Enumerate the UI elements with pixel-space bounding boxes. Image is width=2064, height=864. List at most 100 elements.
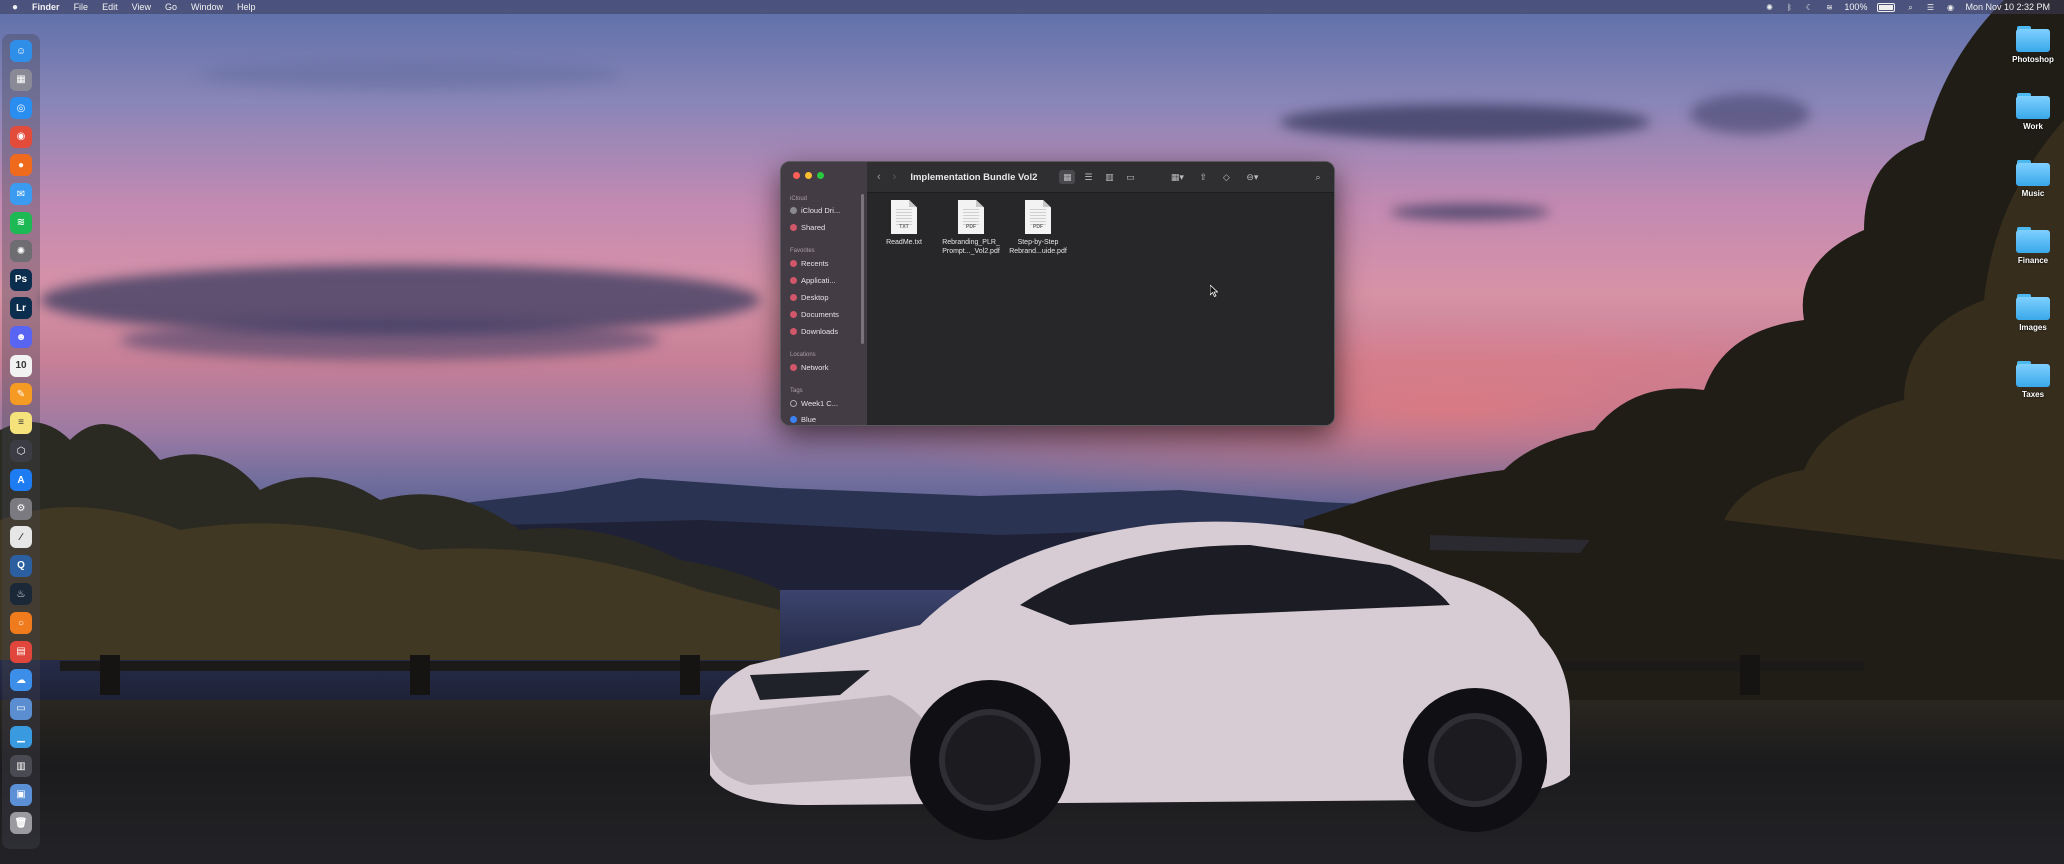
spotify-icon[interactable]: ≋	[10, 211, 32, 234]
calendar-icon[interactable]: 10	[10, 354, 32, 377]
file-item-step-by-step-guide[interactable]: PDF Step-by-Step Rebrand...uide.pdf	[1003, 200, 1073, 256]
siri-icon[interactable]: ◉	[1945, 3, 1955, 12]
system-settings-icon[interactable]: ⚙	[10, 497, 32, 520]
menu-help[interactable]: Help	[237, 2, 256, 12]
safari-icon[interactable]: ◎	[10, 97, 32, 120]
document-icon	[790, 311, 797, 318]
menu-go[interactable]: Go	[165, 2, 177, 12]
notes-icon[interactable]: ≡	[10, 411, 32, 434]
file-item-readme[interactable]: TXT ReadMe.txt	[869, 200, 939, 247]
menubar-clock[interactable]: Mon Nov 10 2:32 PM	[1965, 2, 2050, 12]
pdf-file-icon: PDF	[1025, 200, 1051, 234]
script-editor-icon[interactable]: ∕	[10, 526, 32, 549]
focus-moon-icon[interactable]: ☾	[1804, 3, 1814, 12]
sidebar-tag-week1[interactable]: Week1 C...	[790, 399, 864, 408]
orange-app-icon[interactable]: ○	[10, 612, 32, 634]
file-item-rebranding-prompts[interactable]: PDF Rebranding_PLR_ Prompt..._Vol2.pdf	[936, 200, 1006, 256]
desktop-icon	[790, 294, 797, 301]
list-view-icon[interactable]: ☰	[1080, 170, 1096, 184]
apple-menu-icon[interactable]: ●	[12, 2, 18, 13]
folder-label: Music	[2021, 189, 2045, 198]
battery-icon[interactable]	[1877, 2, 1896, 12]
desktop-folder-music[interactable]: Music	[2008, 160, 2058, 198]
sidebar-item-recents[interactable]: Recents	[790, 259, 864, 268]
sidebar-section-locations: Locations	[790, 352, 816, 358]
quicktime-icon[interactable]: Q	[10, 554, 32, 577]
desktop-folder-finance[interactable]: Finance	[2008, 227, 2058, 265]
colorful-app-icon[interactable]: ▤	[10, 640, 32, 663]
search-icon[interactable]: ⌕	[1310, 170, 1326, 184]
blue-tag-icon	[790, 416, 797, 423]
bluetooth-icon[interactable]: ᛒ	[1784, 3, 1794, 12]
mail-icon[interactable]: ✉	[10, 183, 32, 205]
sidebar-item-applications[interactable]: Applicati...	[790, 276, 864, 285]
control-center-icon[interactable]: ☰	[1925, 3, 1935, 12]
pdf-file-icon: PDF	[958, 200, 984, 234]
file-name: Rebranding_PLR_ Prompt..._Vol2.pdf	[942, 239, 1000, 255]
finder-icon[interactable]: ☺	[10, 40, 32, 62]
cube-app-icon[interactable]: ⬡	[10, 440, 32, 463]
menu-file[interactable]: File	[74, 2, 89, 12]
screenshot-stack-icon[interactable]: ▣	[10, 783, 32, 806]
desktop-folder-images[interactable]: Images	[2008, 294, 2058, 332]
downloads-folder-icon[interactable]: ▁	[10, 726, 32, 749]
menu-window[interactable]: Window	[191, 2, 223, 12]
zoom-window-icon[interactable]	[817, 172, 824, 179]
sidebar-item-label: iCloud Dri...	[801, 206, 841, 215]
close-window-icon[interactable]	[793, 172, 800, 179]
minimize-window-icon[interactable]	[805, 172, 812, 179]
icon-view-icon[interactable]: ▦	[1059, 170, 1076, 184]
firefox-icon[interactable]: ●	[10, 154, 32, 177]
documents-stack-icon[interactable]: ▥	[10, 755, 32, 777]
sidebar-item-network[interactable]: Network	[790, 363, 864, 372]
lightroom-icon[interactable]: Lr	[10, 297, 32, 320]
sidebar-item-documents[interactable]: Documents	[790, 310, 864, 319]
applications-icon	[790, 277, 797, 284]
dock: ☺ ▦ ◎ ◉ ● ✉ ≋ ✺ Ps Lr ☻ 10 ✎ ≡ ⬡ A ⚙ ∕ Q ♨ ○ ▤ ☁ ▭ ▁ ▥ ▣ 🗑	[2, 34, 40, 849]
search-menubar-icon[interactable]: ⌕	[1905, 3, 1915, 12]
menu-finder[interactable]: Finder	[32, 2, 60, 12]
menu-edit[interactable]: Edit	[102, 2, 118, 12]
text-file-icon: TXT	[891, 200, 917, 234]
sidebar-item-label: Recents	[801, 259, 829, 268]
gallery-view-icon[interactable]: ▭	[1122, 170, 1138, 184]
forward-chevron-icon[interactable]: ›	[893, 171, 897, 183]
chatgpt-icon[interactable]: ✺	[10, 240, 32, 263]
menu-view[interactable]: View	[132, 2, 151, 12]
share-icon[interactable]: ⇧	[1195, 170, 1211, 184]
desktop-folder-work[interactable]: Work	[2008, 93, 2058, 131]
sidebar-item-label: Applicati...	[801, 276, 836, 285]
sidebar-item-label: Desktop	[801, 293, 829, 302]
group-by-icon[interactable]: ▦▾	[1166, 170, 1188, 184]
chrome-icon[interactable]: ◉	[10, 125, 32, 148]
sidebar-item-label: Documents	[801, 310, 839, 319]
desktop-folder-photoshop[interactable]: Photoshop	[2008, 26, 2058, 64]
discord-icon[interactable]: ☻	[10, 326, 32, 348]
folder-icon	[2016, 26, 2050, 52]
wifi-icon[interactable]: ≋	[1824, 3, 1834, 12]
launchpad-icon[interactable]: ▦	[10, 68, 32, 91]
sidebar-scrollbar[interactable]	[861, 194, 864, 344]
pages-icon[interactable]: ✎	[10, 383, 32, 406]
more-actions-icon[interactable]: ⊖▾	[1241, 170, 1263, 184]
column-view-icon[interactable]: ▥	[1101, 170, 1117, 184]
sidebar-item-label: Week1 C...	[801, 399, 838, 408]
sidebar-item-label: Network	[801, 363, 829, 372]
steam-icon[interactable]: ♨	[10, 583, 32, 606]
gear-status-icon[interactable]: ✺	[1764, 3, 1774, 12]
back-chevron-icon[interactable]: ‹	[877, 171, 881, 183]
sidebar-tag-blue[interactable]: Blue	[790, 415, 864, 424]
app-store-icon[interactable]: A	[10, 469, 32, 491]
desktop-folder-taxes[interactable]: Taxes	[2008, 361, 2058, 399]
folder-icon	[2016, 361, 2050, 387]
photoshop-icon[interactable]: Ps	[10, 268, 32, 291]
sidebar-item-downloads[interactable]: Downloads	[790, 327, 864, 336]
sidebar-item-icloud-drive[interactable]: iCloud Dri...	[790, 206, 864, 215]
sidebar-item-shared[interactable]: Shared	[790, 223, 864, 232]
tag-icon[interactable]: ◇	[1218, 170, 1234, 184]
trash-icon[interactable]: 🗑	[10, 812, 32, 835]
finder-toolbar: ‹ › Implementation Bundle Vol2 ▦ ☰ ▥ ▭ ▦…	[867, 162, 1334, 193]
sidebar-item-desktop[interactable]: Desktop	[790, 293, 864, 302]
weather-icon[interactable]: ☁	[10, 669, 32, 692]
preview-icon[interactable]: ▭	[10, 697, 32, 720]
